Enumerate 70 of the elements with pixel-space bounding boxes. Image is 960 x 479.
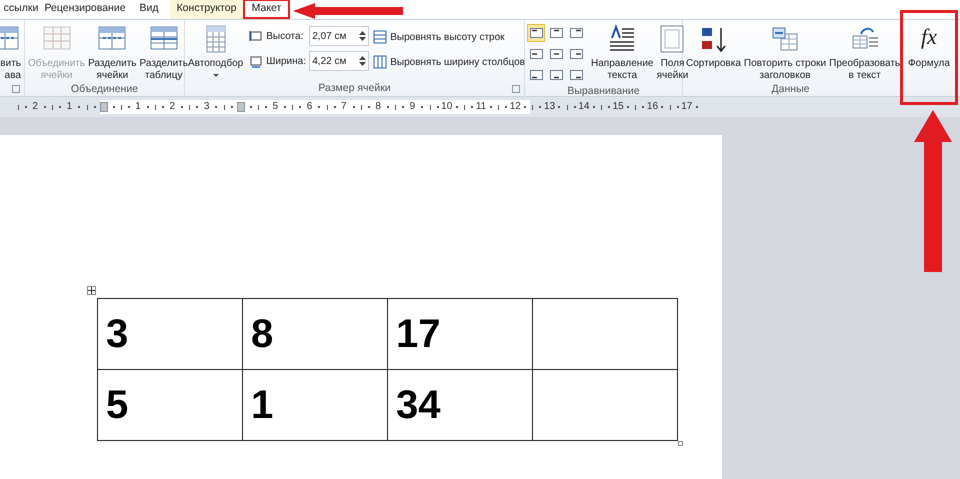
ruler-number: 17	[681, 102, 692, 112]
distribute-rows-icon	[373, 30, 388, 44]
ribbon-button[interactable]: Разделить таблицу	[138, 24, 189, 82]
ruler-number: 11	[476, 102, 486, 112]
ruler-number: 14	[578, 102, 590, 112]
ruler-number: 10	[441, 102, 452, 112]
group-label: Объединение	[70, 82, 138, 96]
ruler-number: 13	[544, 102, 556, 112]
table-cell: 5	[98, 370, 242, 440]
ribbon-button[interactable]: Повторить строки заголовков	[742, 24, 828, 82]
group-label: Размер ячейки	[318, 81, 391, 96]
table-cell: 17	[388, 298, 532, 370]
spin-field[interactable]: 4,22 см	[309, 51, 370, 71]
ribbon-button[interactable]: Направление текста	[590, 24, 654, 82]
ribbon-button[interactable]: Сортировка	[685, 24, 742, 70]
spinner-icon	[359, 30, 366, 42]
distribute-columns-icon	[373, 55, 388, 69]
alignment-icon	[530, 28, 542, 38]
ruler-number: 12	[510, 102, 521, 112]
ruler-number: 16	[646, 102, 658, 112]
ruler-number: 3	[204, 102, 210, 112]
ruler-number: 1	[135, 102, 141, 112]
table-cell: 8	[242, 298, 388, 370]
ribbon-button[interactable]: Автоподбор	[187, 24, 244, 77]
alignment-icon	[530, 70, 542, 80]
ribbon-button[interactable]: Преобразовать в текст	[828, 24, 902, 82]
table-move-handle-icon[interactable]	[87, 286, 96, 295]
ruler-number: 1	[66, 102, 72, 112]
ruler-number: 15	[612, 102, 624, 112]
height-icon	[249, 29, 264, 43]
formula-button[interactable]: fx Формула	[900, 10, 958, 105]
table-cell: 1	[242, 370, 388, 440]
alignment-icon	[570, 49, 582, 59]
alignment-icon	[550, 28, 562, 38]
formula-icon: fx	[921, 24, 937, 50]
alignment-icon	[570, 70, 582, 80]
field-label: Высота:	[266, 30, 304, 44]
ruler-number: 2	[32, 102, 38, 112]
ruler-number: 7	[341, 102, 347, 112]
table-resize-handle-icon[interactable]	[678, 441, 683, 446]
alignment-icon	[550, 70, 562, 80]
dialog-launcher-icon[interactable]	[512, 85, 520, 93]
ribbon-button[interactable]: Разделить ячейки	[87, 24, 138, 82]
spin-field[interactable]: 2,07 см	[309, 26, 370, 46]
ruler-marker-icon[interactable]	[100, 102, 108, 112]
table-cell: 3	[98, 298, 242, 370]
width-icon	[249, 54, 264, 68]
dialog-launcher-icon[interactable]	[12, 85, 20, 93]
align-button[interactable]	[527, 24, 545, 42]
ribbon-button[interactable]: вить ава	[0, 24, 22, 82]
tab[interactable]: Вид	[128, 0, 170, 19]
ribbon-button[interactable]: Выровнять ширину столбцов	[373, 53, 525, 71]
table-cell: 34	[388, 370, 532, 440]
ruler-number: 9	[410, 102, 416, 112]
ruler-number: 8	[375, 102, 381, 112]
ruler-number: 5	[272, 102, 278, 112]
alignment-icon	[570, 28, 582, 38]
ruler-number: 2	[170, 102, 176, 112]
ribbon-button[interactable]: Выровнять высоту строк	[373, 28, 525, 46]
tab[interactable]: Макет	[243, 0, 290, 19]
ruler-number: 6	[306, 102, 312, 112]
spinner-icon	[359, 55, 366, 67]
field-label: Ширина:	[266, 54, 306, 68]
alignment-icon	[530, 49, 542, 59]
group-label: Данные	[772, 82, 810, 96]
tab[interactable]: Рецензирование	[42, 0, 128, 19]
tab[interactable]: Конструктор	[170, 0, 243, 19]
tab[interactable]: ссылки	[0, 0, 42, 19]
alignment-icon	[550, 49, 562, 59]
group-label: Выравнивание	[567, 84, 640, 98]
